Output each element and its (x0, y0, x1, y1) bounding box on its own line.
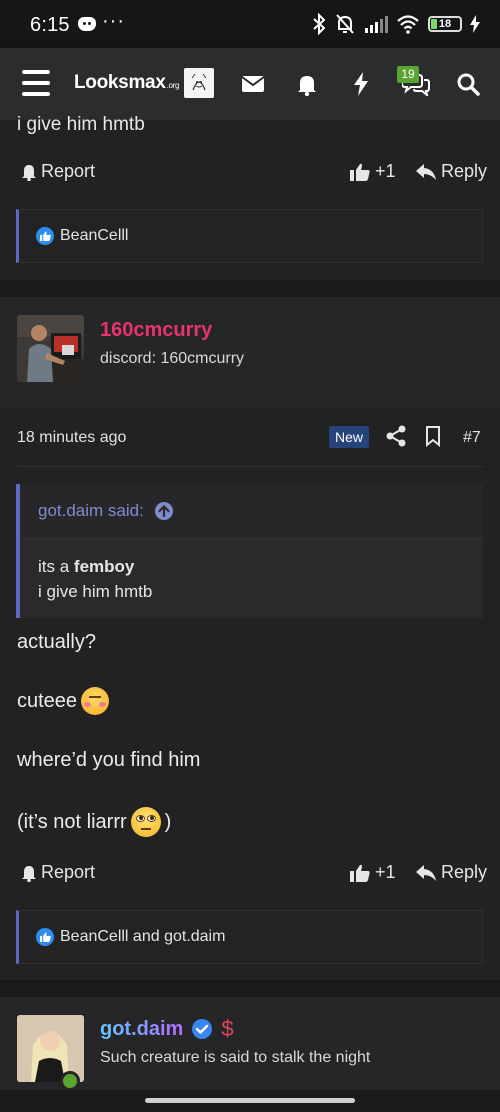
user-avatar[interactable] (17, 315, 84, 382)
report-button[interactable]: Report (21, 161, 95, 182)
bluetooth-icon (312, 12, 326, 36)
post-number-link[interactable]: #7 (463, 429, 481, 447)
inbox-envelope-icon[interactable] (239, 70, 267, 98)
user-title: discord: 160cmcurry (100, 350, 245, 367)
message-line: cuteee (17, 687, 110, 715)
discord-icon (78, 17, 96, 31)
reply-button[interactable]: Reply (416, 862, 487, 883)
alerts-bell-icon[interactable] (293, 70, 321, 98)
verified-badge-icon (192, 1019, 213, 1039)
quote-attribution-link[interactable]: got.daim said: (38, 501, 174, 521)
thumbs-up-icon (350, 163, 370, 181)
wifi-icon (396, 12, 420, 36)
post-actions: Report +1 Reply (0, 859, 500, 889)
username-link[interactable]: got.daim $ (100, 1016, 234, 1042)
battery-icon: 18 (428, 16, 462, 32)
quote-content: its a femboy i give him hmtb (38, 554, 152, 604)
like-button[interactable]: +1 (350, 161, 396, 182)
home-indicator-bar[interactable] (145, 1098, 355, 1103)
reactions-bar: BeanCelll (16, 209, 483, 263)
mute-bell-icon (334, 12, 356, 36)
account-avatar[interactable] (184, 68, 214, 98)
status-bar: 6:15 ··· 18 (0, 0, 500, 48)
status-time: 6:15 (30, 14, 70, 36)
reactions-list[interactable]: BeanCelll and got.daim (36, 928, 225, 946)
new-badge: New (329, 426, 370, 448)
post-timestamp[interactable]: 18 minutes ago (17, 429, 126, 447)
search-icon[interactable] (454, 70, 482, 98)
conversations-count-badge: 19 (397, 66, 419, 83)
charging-icon (470, 12, 480, 36)
reply-arrow-icon (416, 163, 436, 180)
post-body: 18 minutes ago New #7 got.daim said: its… (0, 409, 500, 997)
user-title: Such creature is said to stalk the night (100, 1049, 371, 1066)
site-logo[interactable]: Looksmax.org (74, 72, 179, 94)
top-navbar: Looksmax.org (0, 48, 500, 120)
meta-separator (17, 466, 483, 467)
gesture-nav-bar (0, 1090, 500, 1112)
like-button[interactable]: +1 (350, 862, 396, 883)
more-notifications-icon: ··· (102, 10, 125, 32)
blushing-face-emoji (81, 687, 110, 715)
jump-to-quote-icon (154, 502, 173, 520)
post-text-fragment: i give him hmtb (17, 114, 145, 135)
reply-arrow-icon (416, 864, 436, 881)
report-bell-icon (22, 164, 36, 181)
reactions-bar: BeanCelll and got.daim (16, 910, 483, 964)
post-actions: Report +1 Reply (0, 158, 500, 188)
reactions-list[interactable]: BeanCelll (36, 227, 128, 245)
post-divider (0, 280, 500, 298)
quote-block: got.daim said: its a femboy i give him h… (16, 484, 483, 618)
like-reaction-icon (36, 928, 54, 946)
post-meta: 18 minutes ago New #7 (0, 425, 500, 451)
report-bell-icon (22, 865, 36, 882)
signal-icon (364, 12, 388, 36)
previous-post: Report +1 Reply BeanCelll (0, 120, 500, 280)
thumbs-up-icon (350, 864, 370, 882)
share-icon[interactable] (386, 425, 406, 452)
report-button[interactable]: Report (21, 862, 95, 883)
menu-icon[interactable] (22, 70, 50, 96)
online-status-indicator (60, 1071, 80, 1091)
message-line: actually? (17, 631, 96, 653)
post-author-header: 160cmcurry discord: 160cmcurry (0, 297, 500, 419)
quote-line-2: i give him hmtb (38, 582, 153, 601)
post-divider (0, 980, 500, 998)
like-reaction-icon (36, 227, 54, 245)
message-line: (it’s not liarrr ) (17, 807, 171, 837)
bookmark-icon[interactable] (425, 425, 441, 452)
eye-roll-emoji (130, 807, 161, 837)
quote-header: got.daim said: (20, 484, 483, 539)
reply-button[interactable]: Reply (416, 161, 487, 182)
username-link[interactable]: 160cmcurry (100, 319, 212, 342)
dollar-sign-icon: $ (221, 1016, 234, 1041)
whats-new-bolt-icon[interactable] (347, 70, 375, 98)
quote-line-1: its a femboy (38, 557, 135, 576)
message-line: where’d you find him (17, 749, 201, 771)
